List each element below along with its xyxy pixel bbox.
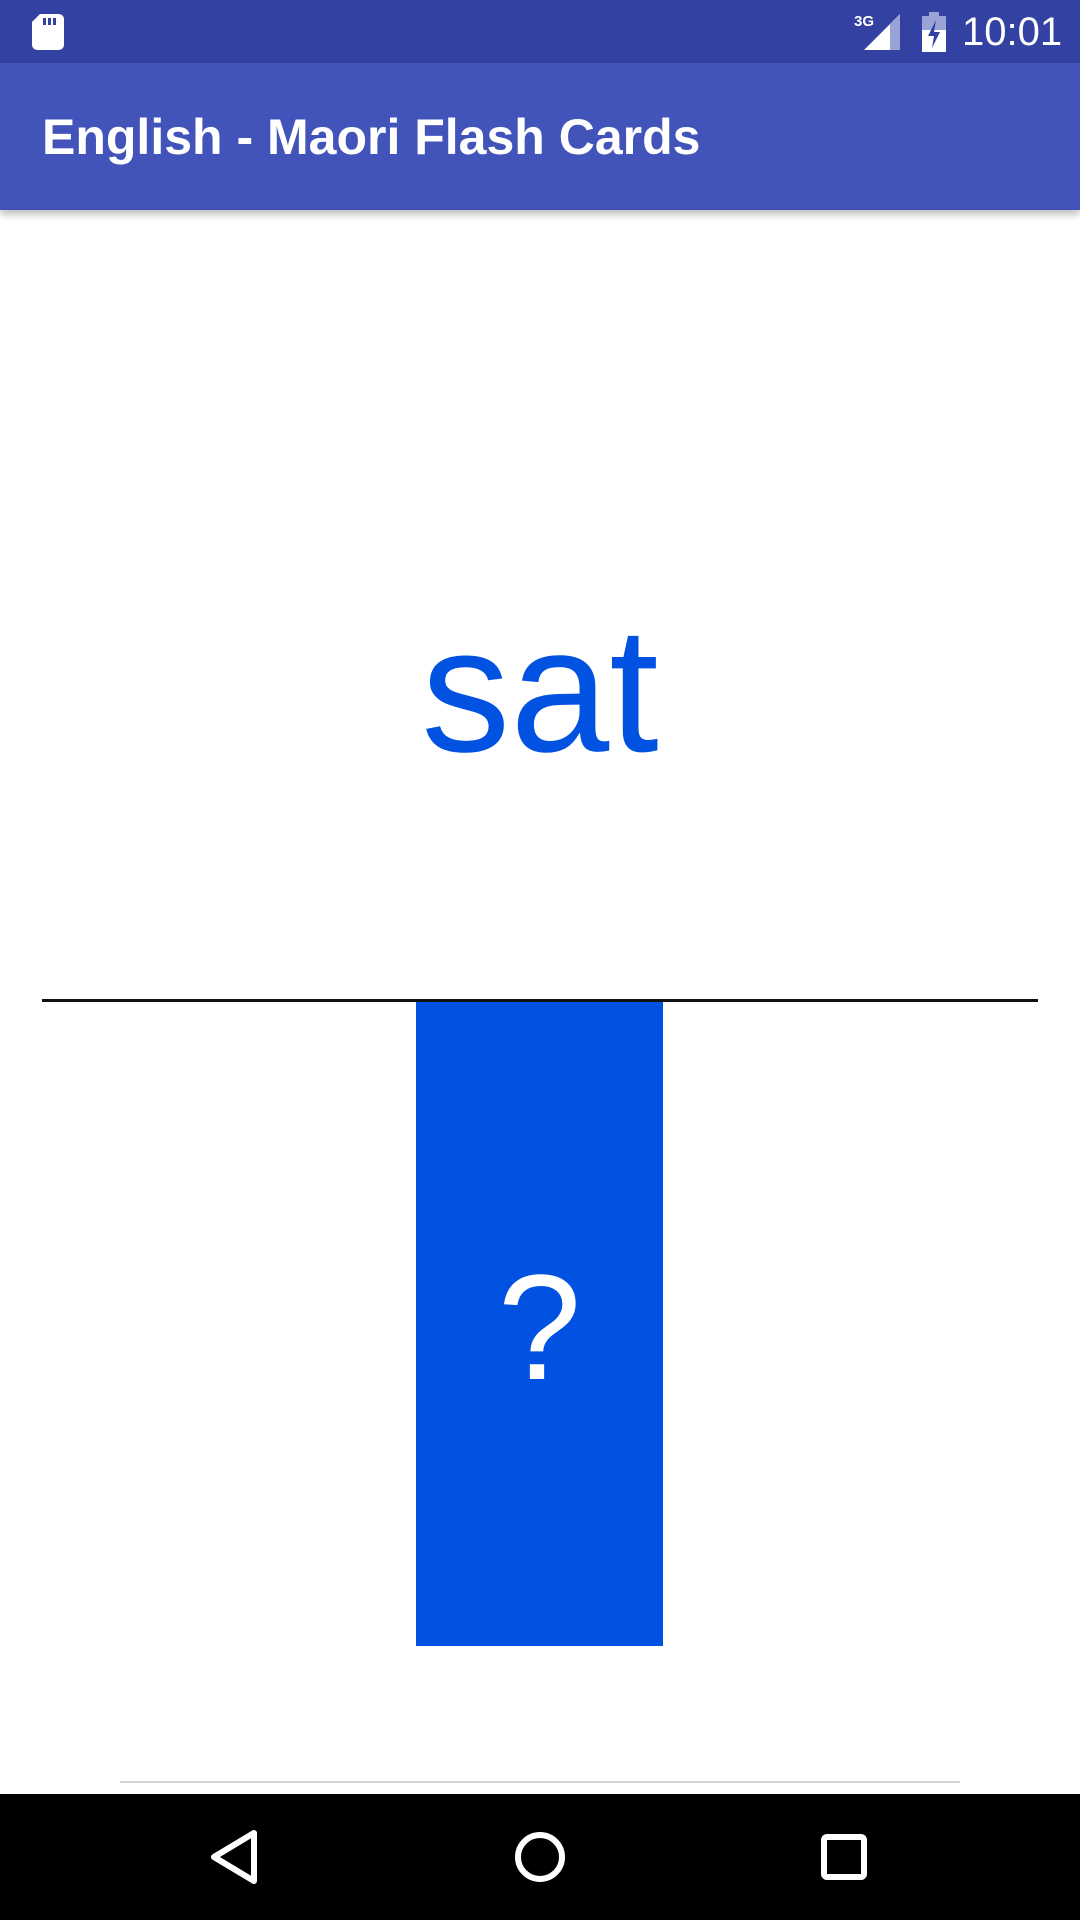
- flash-card-word: sat: [421, 590, 659, 789]
- status-clock: 10:01: [962, 10, 1063, 54]
- back-icon[interactable]: [200, 1821, 272, 1893]
- bottom-divider: [120, 1781, 960, 1783]
- app-title: English - Maori Flash Cards: [42, 109, 701, 165]
- app-bar: English - Maori Flash Cards: [0, 63, 1080, 210]
- reveal-answer-button[interactable]: ?: [416, 1002, 663, 1646]
- sd-card-icon: [32, 14, 64, 50]
- signal-3g-icon: 3G: [854, 13, 900, 50]
- navigation-bar: [0, 1794, 1080, 1920]
- battery-charging-icon: [922, 12, 946, 52]
- network-type-label: 3G: [854, 13, 874, 30]
- screen: 3G 10:01 English - Maori Flash Cards sat…: [0, 0, 1080, 1920]
- status-bar: 3G 10:01: [0, 0, 1080, 63]
- home-icon[interactable]: [504, 1821, 576, 1893]
- question-mark-label: ?: [497, 1243, 582, 1411]
- recent-apps-icon[interactable]: [808, 1821, 880, 1893]
